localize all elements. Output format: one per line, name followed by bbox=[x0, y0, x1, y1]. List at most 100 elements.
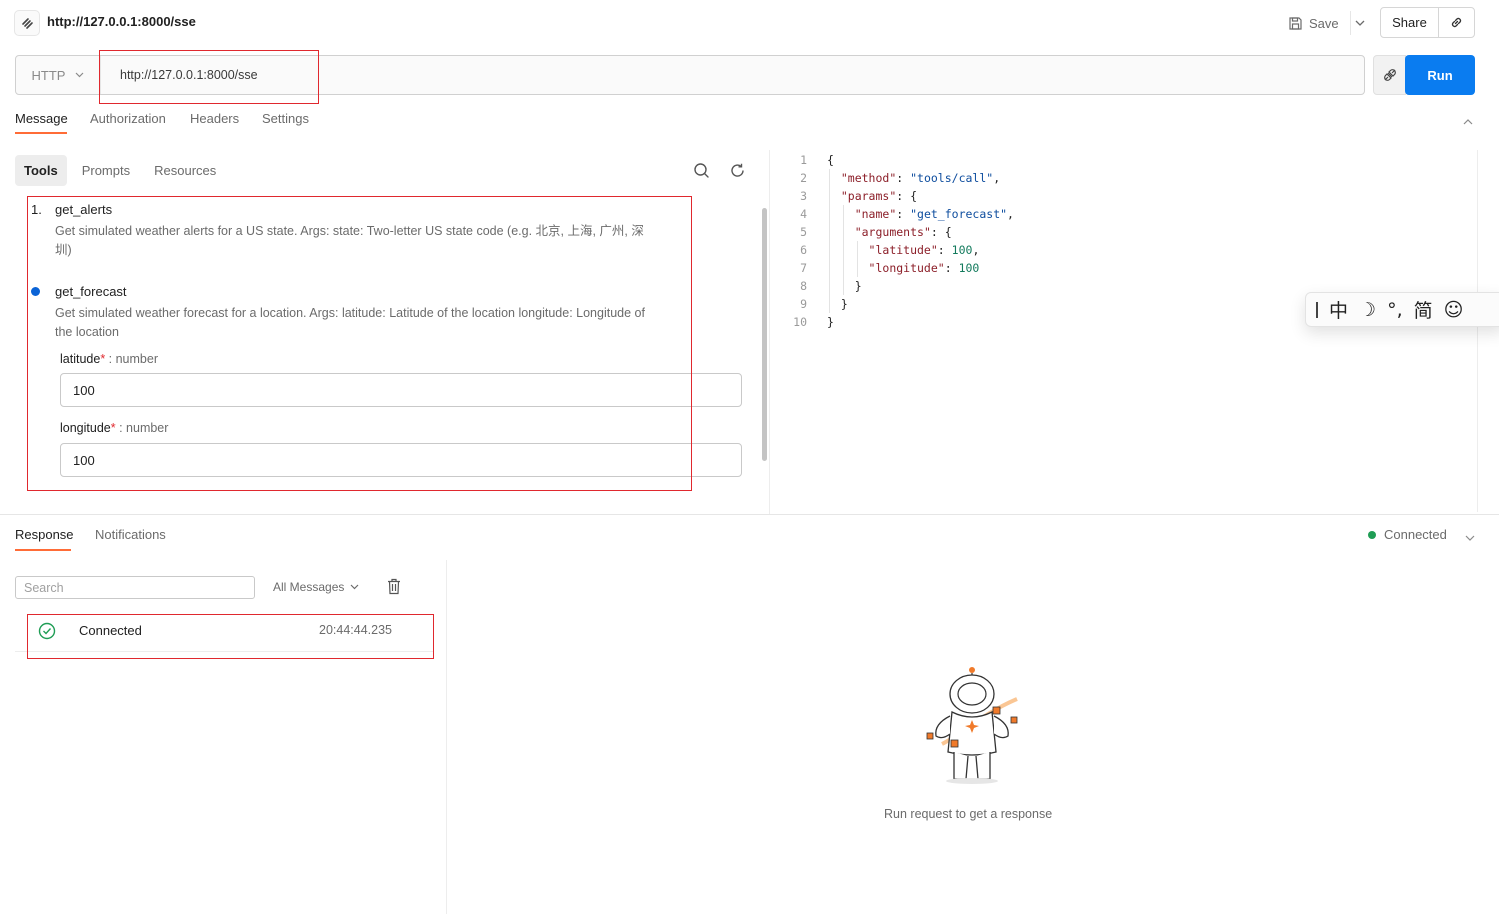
tab-authorization[interactable]: Authorization bbox=[90, 111, 166, 126]
connection-status: Connected bbox=[1368, 527, 1447, 542]
subtab-resources[interactable]: Resources bbox=[145, 155, 225, 186]
ime-drag-handle[interactable] bbox=[1316, 301, 1318, 318]
param-type: : number bbox=[105, 352, 158, 366]
save-options-button[interactable] bbox=[1350, 11, 1368, 35]
save-button[interactable]: Save bbox=[1288, 11, 1339, 35]
code-line: 1{ bbox=[790, 151, 1014, 169]
response-panel-divider bbox=[446, 560, 447, 914]
smiley-icon[interactable]: ☺ bbox=[1444, 299, 1464, 321]
code-line: 4 "name": "get_forecast", bbox=[790, 205, 1014, 223]
message-filter-select[interactable]: All Messages bbox=[273, 580, 359, 594]
link-icon bbox=[1451, 17, 1462, 28]
tools-scrollbar[interactable] bbox=[762, 208, 767, 461]
tool-name-get-alerts[interactable]: get_alerts bbox=[55, 202, 112, 217]
code-line: 9 } bbox=[790, 295, 1014, 313]
chevron-down-icon bbox=[76, 72, 84, 78]
active-tab-indicator bbox=[15, 549, 71, 551]
indent-guide bbox=[857, 241, 858, 277]
subtab-tools[interactable]: Tools bbox=[15, 155, 67, 186]
code-line: 6 "latitude": 100, bbox=[790, 241, 1014, 259]
chevron-up-icon[interactable] bbox=[1463, 113, 1473, 128]
empty-response-text: Run request to get a response bbox=[884, 807, 1053, 821]
line-number: 7 bbox=[800, 261, 807, 275]
panel-divider bbox=[769, 150, 770, 514]
param-type: : number bbox=[115, 421, 169, 435]
search-icon[interactable] bbox=[693, 162, 710, 182]
line-number: 5 bbox=[800, 225, 807, 239]
trash-icon[interactable] bbox=[387, 578, 401, 598]
json-key: "longitude" bbox=[868, 261, 945, 275]
indent-guide bbox=[843, 205, 844, 295]
tab-notifications[interactable]: Notifications bbox=[95, 527, 166, 542]
message-search-input[interactable]: Search bbox=[15, 576, 255, 599]
longitude-input[interactable]: 100 bbox=[60, 443, 742, 477]
line-number: 10 bbox=[793, 315, 807, 329]
url-input[interactable]: http://127.0.0.1:8000/sse bbox=[120, 68, 258, 82]
copy-link-button[interactable] bbox=[1439, 8, 1474, 37]
code-line: 10} bbox=[790, 313, 1014, 331]
plug-icon bbox=[1383, 69, 1396, 81]
param-label-longitude: longitude* : number bbox=[60, 421, 168, 435]
connection-toggle-button[interactable] bbox=[1373, 55, 1406, 95]
tool-description-get-alerts: Get simulated weather alerts for a US st… bbox=[55, 224, 644, 257]
check-circle-icon bbox=[38, 622, 56, 643]
line-number: 8 bbox=[800, 279, 807, 293]
subtab-prompts[interactable]: Prompts bbox=[73, 155, 139, 186]
code-line: 7 "longitude": 100 bbox=[790, 259, 1014, 277]
json-key: "arguments" bbox=[854, 225, 931, 239]
method-label: HTTP bbox=[31, 67, 66, 83]
code-line: 5 "arguments": { bbox=[790, 223, 1014, 241]
filter-label: All Messages bbox=[273, 580, 345, 594]
chevron-down-icon bbox=[350, 584, 359, 590]
request-title: http://127.0.0.1:8000/sse bbox=[47, 14, 196, 29]
json-value: 100 bbox=[951, 243, 973, 257]
code-line: 8 } bbox=[790, 277, 1014, 295]
status-dot-icon bbox=[1368, 530, 1376, 539]
latitude-input[interactable]: 100 bbox=[60, 373, 742, 407]
json-key: "latitude" bbox=[868, 243, 938, 257]
message-timestamp: 20:44:44.235 bbox=[319, 623, 392, 637]
connection-status-label: Connected bbox=[1384, 527, 1447, 542]
save-icon bbox=[1289, 16, 1302, 30]
indent-guide bbox=[829, 169, 830, 313]
line-number: 1 bbox=[800, 153, 807, 167]
json-value: 100 bbox=[958, 261, 980, 275]
param-label-latitude: latitude* : number bbox=[60, 352, 158, 366]
line-number: 4 bbox=[800, 207, 807, 221]
line-number: 2 bbox=[800, 171, 807, 185]
share-group: Share bbox=[1380, 7, 1475, 38]
code-line: 2 "method": "tools/call", bbox=[790, 169, 1014, 187]
run-button[interactable]: Run bbox=[1405, 55, 1475, 95]
ime-chinese-mode[interactable]: 中 bbox=[1329, 296, 1348, 323]
tab-message[interactable]: Message bbox=[15, 111, 68, 126]
chevron-down-icon[interactable] bbox=[1465, 529, 1475, 544]
astronaut-illustration bbox=[922, 664, 1022, 792]
param-name: longitude bbox=[60, 421, 111, 435]
response-divider bbox=[0, 514, 1499, 515]
line-number: 6 bbox=[800, 243, 807, 257]
tab-headers[interactable]: Headers bbox=[190, 111, 239, 126]
refresh-icon[interactable] bbox=[729, 162, 746, 182]
code-line: 3 "params": { bbox=[790, 187, 1014, 205]
tool-description-get-forecast: Get simulated weather forecast for a loc… bbox=[55, 306, 645, 339]
tab-settings[interactable]: Settings bbox=[262, 111, 309, 126]
method-select[interactable]: HTTP bbox=[16, 56, 101, 94]
tool-name-get-forecast[interactable]: get_forecast bbox=[55, 284, 127, 299]
json-value: "get_forecast" bbox=[910, 207, 1008, 221]
ime-punctuation[interactable]: °, bbox=[1387, 299, 1403, 321]
tools-subtabs: Tools Prompts Resources bbox=[15, 155, 225, 186]
save-label: Save bbox=[1309, 15, 1339, 31]
ime-toolbar: 中 ☽ °, 简 ☺ bbox=[1305, 292, 1499, 327]
ime-simplified[interactable]: 简 bbox=[1414, 296, 1433, 323]
json-key: "params" bbox=[840, 189, 897, 203]
json-key: "method" bbox=[840, 171, 897, 185]
tab-response[interactable]: Response bbox=[15, 527, 74, 542]
moon-icon[interactable]: ☽ bbox=[1359, 299, 1376, 321]
tool-number: 1. bbox=[31, 202, 42, 217]
param-name: latitude bbox=[60, 352, 101, 366]
json-editor[interactable]: 1{ 2 "method": "tools/call", 3 "params":… bbox=[790, 151, 1014, 331]
share-button[interactable]: Share bbox=[1381, 8, 1439, 37]
chevron-down-icon bbox=[1355, 20, 1364, 26]
line-number: 9 bbox=[800, 297, 807, 311]
selected-tool-radio[interactable] bbox=[31, 287, 40, 296]
